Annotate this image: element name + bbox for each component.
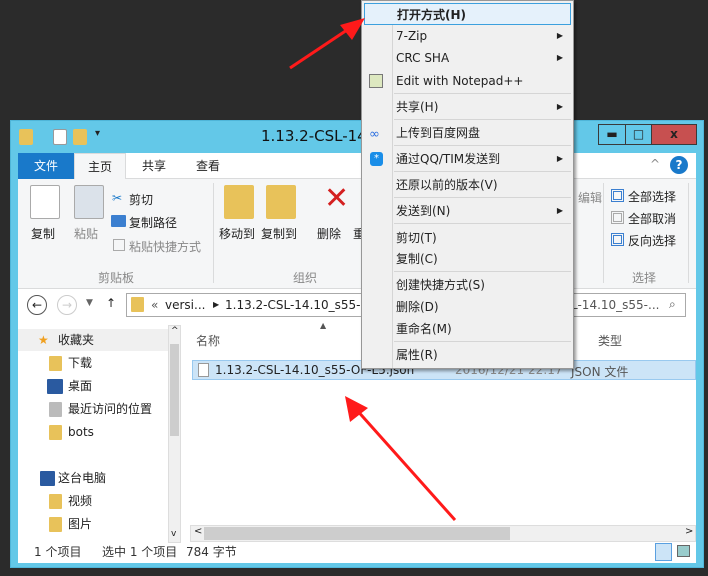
arrow-to-open-with xyxy=(289,18,365,70)
arrow-to-file xyxy=(345,396,457,521)
annotation-arrows xyxy=(289,18,457,521)
